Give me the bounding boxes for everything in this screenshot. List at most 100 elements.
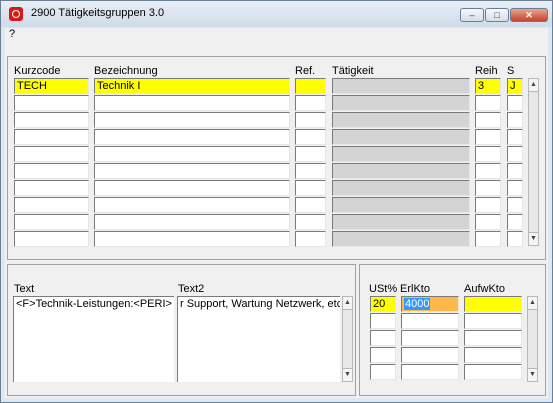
account-cell-ust[interactable]: 20 [370, 296, 396, 312]
grid-cell-kurzcode[interactable] [14, 146, 89, 162]
selected-text: 4000 [404, 298, 431, 310]
grid-cell-kurzcode[interactable] [14, 180, 89, 196]
grid-cell-kurzcode[interactable] [14, 112, 89, 128]
grid-cell-reih[interactable] [475, 231, 501, 247]
grid-cell-reih[interactable] [475, 112, 501, 128]
grid-cell-bezeichnung[interactable] [94, 129, 290, 145]
grid-cell-bezeichnung[interactable] [94, 197, 290, 213]
grid-cell-ref[interactable] [295, 197, 326, 213]
scroll-up-icon[interactable]: ▲ [528, 297, 537, 310]
grid-cell-ref[interactable] [295, 129, 326, 145]
grid-cell-bezeichnung[interactable] [94, 180, 290, 196]
grid-cell-ref[interactable] [295, 180, 326, 196]
grid-cell-kurzcode[interactable] [14, 231, 89, 247]
grid-cell-reih[interactable]: 3 [475, 78, 501, 94]
grid-cell-kurzcode[interactable] [14, 197, 89, 213]
account-cell-erlkto[interactable] [401, 330, 459, 346]
grid-cell-kurzcode[interactable] [14, 129, 89, 145]
grid-cell-s[interactable] [507, 112, 523, 128]
grid-cell-kurzcode[interactable] [14, 214, 89, 230]
close-button[interactable]: ✕ [510, 8, 548, 22]
account-cell-aufwkto[interactable] [464, 364, 522, 380]
title-bar[interactable]: 2900 Tätigkeitsgruppen 3.0 ‒ □ ✕ [1, 1, 552, 27]
grid-cell-taetigkeit[interactable] [332, 197, 470, 213]
grid-cell-taetigkeit[interactable] [332, 95, 470, 111]
grid-cell-reih[interactable] [475, 163, 501, 179]
account-cell-aufwkto[interactable] [464, 347, 522, 363]
grid-cell-s[interactable] [507, 180, 523, 196]
grid-cell-s[interactable] [507, 231, 523, 247]
grid-cell-reih[interactable] [475, 129, 501, 145]
grid-cell-s[interactable] [507, 163, 523, 179]
grid-cell-kurzcode[interactable]: TECH [14, 78, 89, 94]
account-cell-erlkto[interactable] [401, 347, 459, 363]
grid-cell-ref[interactable] [295, 112, 326, 128]
maximize-button[interactable]: □ [485, 8, 509, 22]
grid-cell-s[interactable] [507, 214, 523, 230]
grid-cell-bezeichnung[interactable] [94, 214, 290, 230]
grid-cell-ref[interactable] [295, 231, 326, 247]
grid-scrollbar[interactable]: ▲ ▼ [528, 78, 539, 246]
scroll-down-icon[interactable]: ▼ [528, 368, 537, 381]
menu-help[interactable]: ? [9, 28, 15, 40]
grid-cell-taetigkeit[interactable] [332, 129, 470, 145]
grid-cell-taetigkeit[interactable] [332, 146, 470, 162]
grid-cell-bezeichnung[interactable]: Technik I [94, 78, 290, 94]
grid-cell-s[interactable] [507, 197, 523, 213]
grid-cell-taetigkeit[interactable] [332, 231, 470, 247]
scroll-down-icon[interactable]: ▼ [343, 368, 352, 381]
account-cell-aufwkto[interactable] [464, 330, 522, 346]
grid-cell-ref[interactable] [295, 214, 326, 230]
grid-cell-bezeichnung[interactable] [94, 146, 290, 162]
scroll-up-icon[interactable]: ▲ [529, 79, 538, 92]
column-header-kurzcode: Kurzcode [14, 65, 61, 77]
account-cell-ust[interactable] [370, 364, 396, 380]
grid-cell-bezeichnung[interactable] [94, 163, 290, 179]
text-field[interactable]: <F>Technik-Leistungen:<PERI> [13, 296, 174, 382]
column-header-bezeichnung: Bezeichnung [94, 65, 158, 77]
account-cell-ust[interactable] [370, 347, 396, 363]
grid-cell-ref[interactable] [295, 78, 326, 94]
grid-cell-s[interactable]: J [507, 78, 523, 94]
account-cell-aufwkto[interactable] [464, 313, 522, 329]
account-cell-erlkto[interactable] [401, 313, 459, 329]
grid-cell-s[interactable] [507, 95, 523, 111]
account-cell-ust[interactable] [370, 313, 396, 329]
grid-cell-reih[interactable] [475, 146, 501, 162]
grid-cell-taetigkeit[interactable] [332, 78, 470, 94]
account-cell-aufwkto[interactable] [464, 296, 522, 312]
grid-cell-taetigkeit[interactable] [332, 112, 470, 128]
grid-cell-taetigkeit[interactable] [332, 163, 470, 179]
text2-field[interactable]: r Support, Wartung Netzwerk, etc. [177, 296, 340, 382]
text-panel: Text Text2 <F>Technik-Leistungen:<PERI> … [7, 264, 356, 396]
grid-cell-ref[interactable] [295, 95, 326, 111]
column-header-reih: Reih [475, 65, 498, 77]
grid-cell-ref[interactable] [295, 146, 326, 162]
scroll-down-icon[interactable]: ▼ [529, 232, 538, 245]
menu-bar: ? [5, 28, 548, 42]
grid-cell-taetigkeit[interactable] [332, 180, 470, 196]
form-client-area: Kurzcode Bezeichnung Ref. Tätigkeit Reih… [5, 42, 548, 398]
grid-cell-reih[interactable] [475, 180, 501, 196]
accounts-panel: USt% ErlKto AufwKto 20 4000 ▲ ▼ [359, 264, 546, 396]
scroll-up-icon[interactable]: ▲ [343, 297, 352, 310]
grid-cell-bezeichnung[interactable] [94, 112, 290, 128]
accounts-scrollbar[interactable]: ▲ ▼ [527, 296, 538, 382]
account-cell-erlkto[interactable] [401, 364, 459, 380]
text-label: Text [14, 283, 35, 295]
account-cell-erlkto[interactable]: 4000 [401, 296, 459, 312]
grid-cell-bezeichnung[interactable] [94, 231, 290, 247]
grid-cell-reih[interactable] [475, 214, 501, 230]
grid-cell-bezeichnung[interactable] [94, 95, 290, 111]
grid-cell-kurzcode[interactable] [14, 95, 89, 111]
grid-cell-kurzcode[interactable] [14, 163, 89, 179]
text-scrollbar[interactable]: ▲ ▼ [342, 296, 353, 382]
grid-cell-reih[interactable] [475, 95, 501, 111]
grid-cell-s[interactable] [507, 129, 523, 145]
account-cell-ust[interactable] [370, 330, 396, 346]
grid-cell-s[interactable] [507, 146, 523, 162]
minimize-button[interactable]: ‒ [460, 8, 484, 22]
grid-cell-taetigkeit[interactable] [332, 214, 470, 230]
grid-cell-reih[interactable] [475, 197, 501, 213]
grid-cell-ref[interactable] [295, 163, 326, 179]
